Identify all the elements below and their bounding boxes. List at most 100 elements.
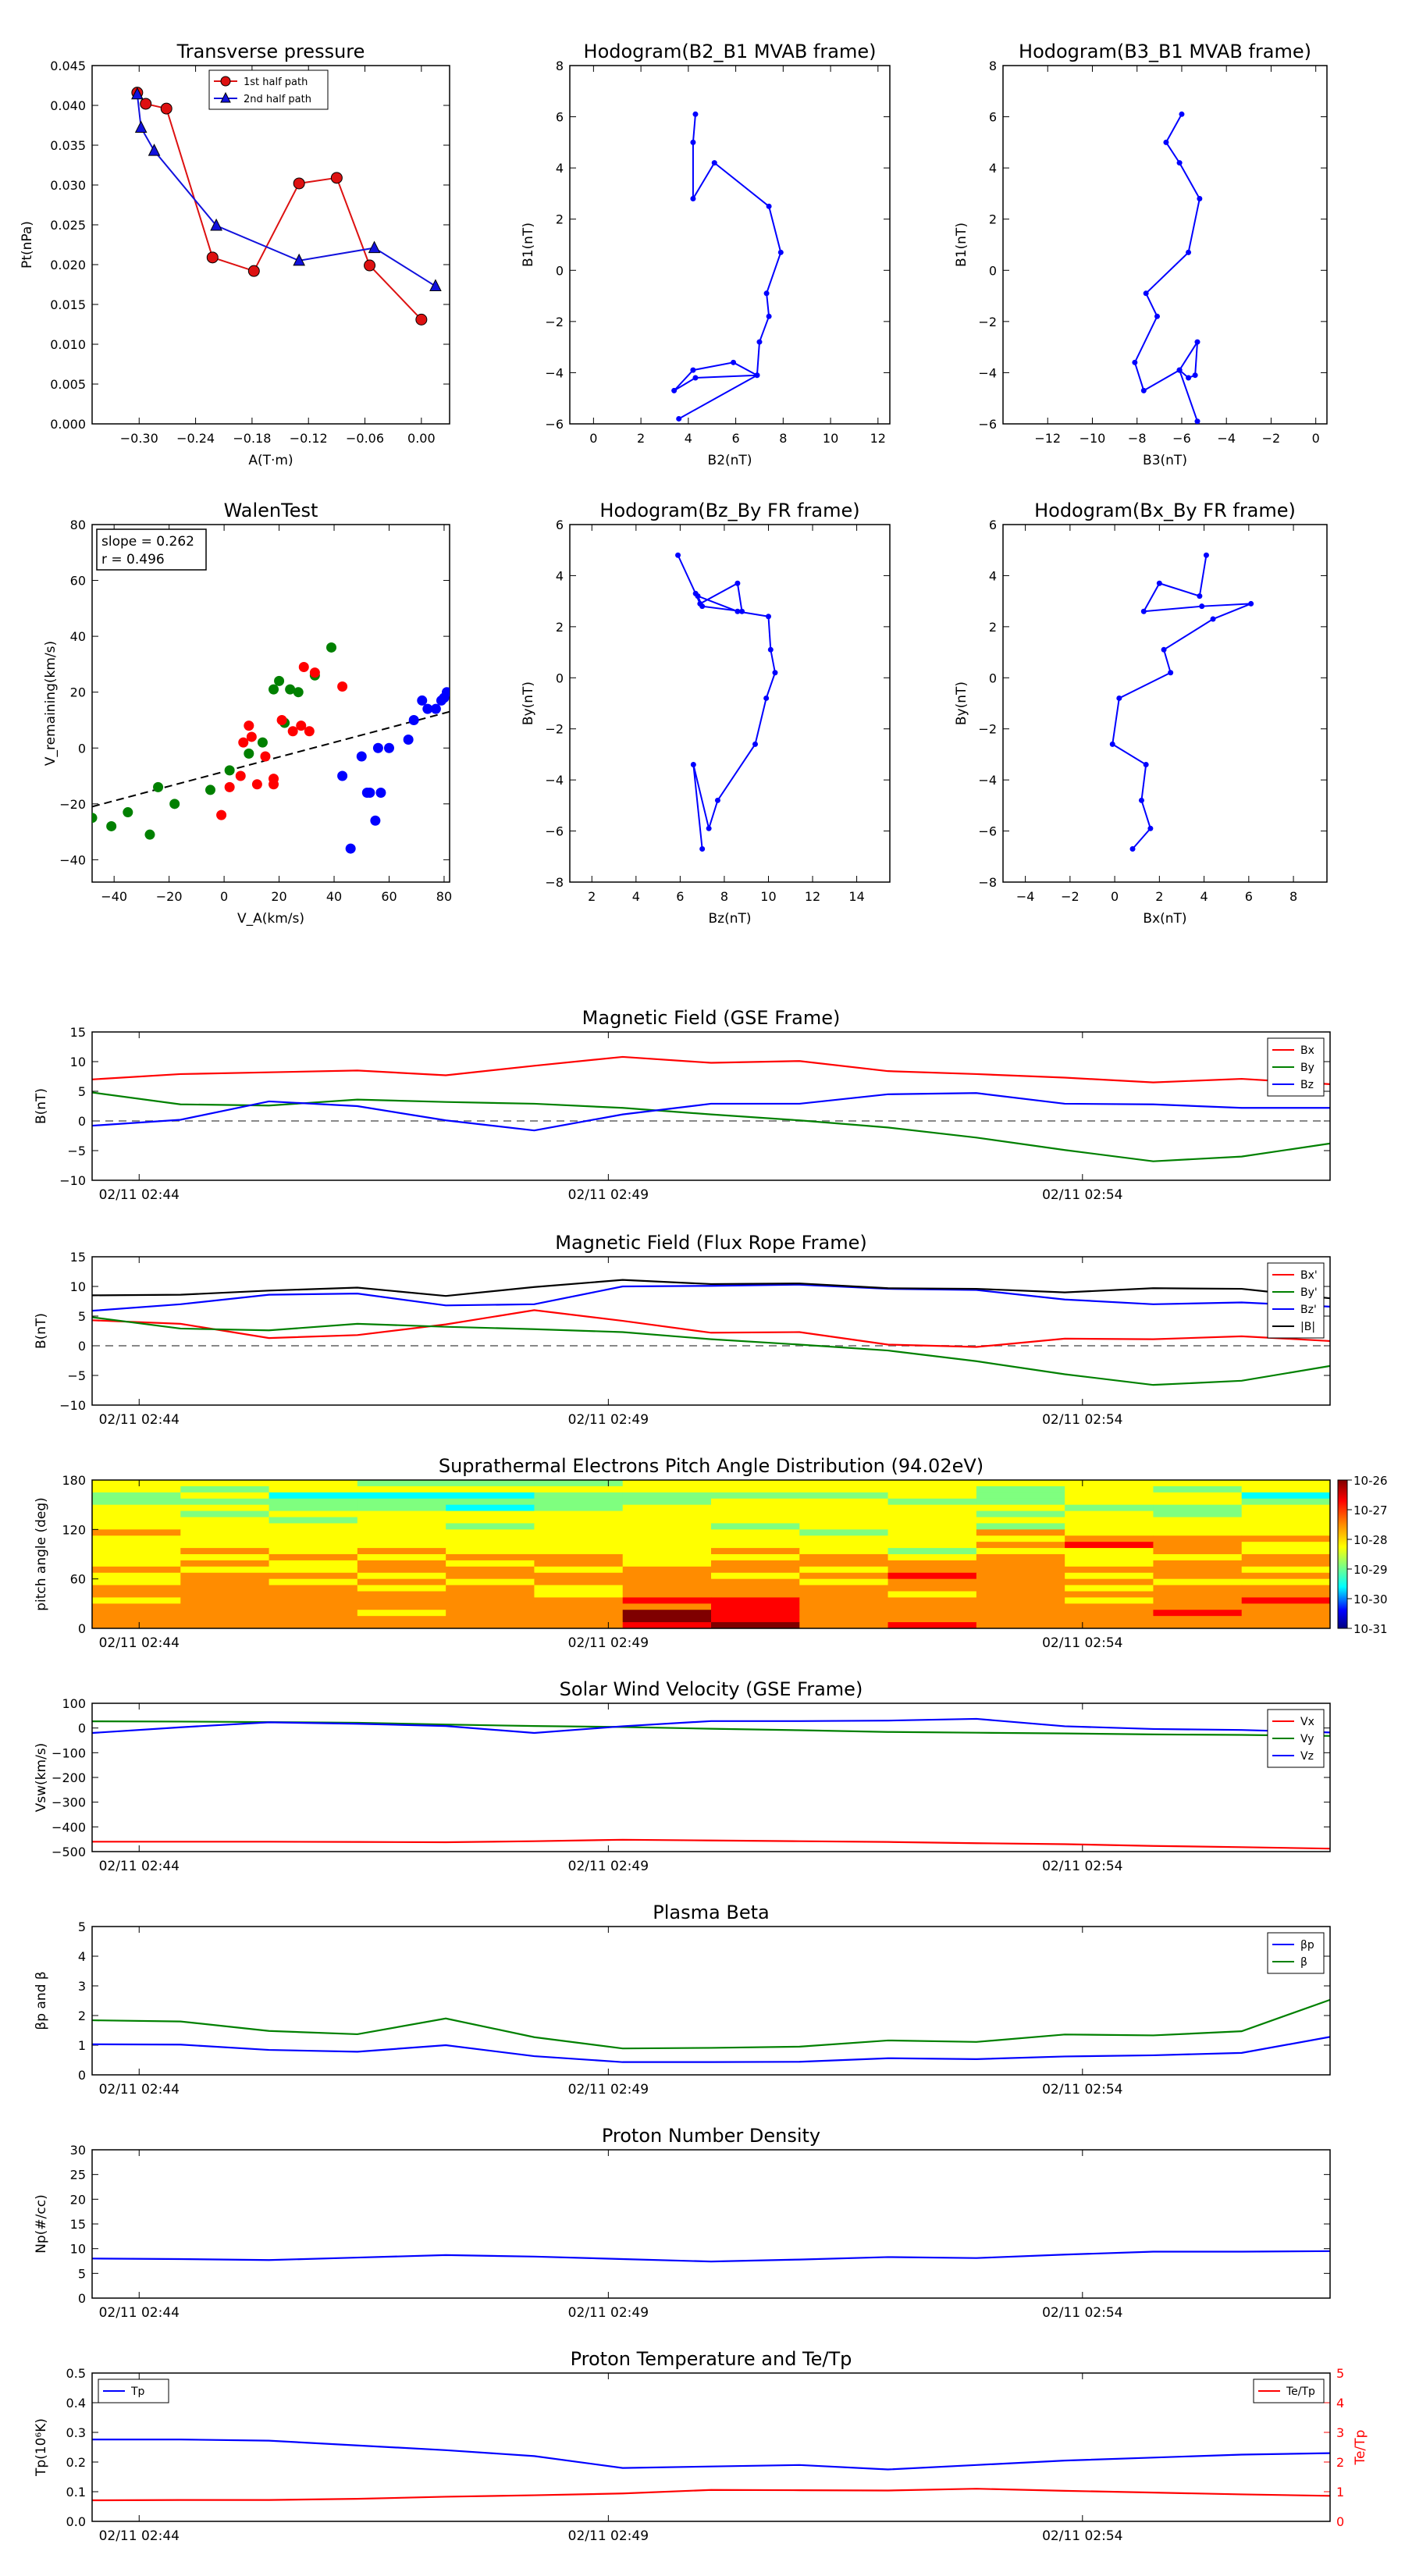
data-point [92,813,98,824]
heatmap-cell [622,1560,712,1567]
heatmap-cell [92,1566,181,1574]
heatmap-cell [1153,1560,1243,1567]
colorbar: 10-26 10-27 10-28 10-29 10-30 10-31 [1337,1474,1388,1636]
heatmap-cell [1153,1578,1243,1586]
series-line [92,1092,1330,1132]
data-point [134,120,148,133]
series-line [1133,113,1200,422]
heatmap-cell [1065,1616,1154,1623]
heatmap-cell [887,1480,977,1487]
heatmap-cell [622,1597,712,1604]
plot-area [1132,111,1203,424]
heatmap-cell [180,1504,270,1512]
data-point [153,781,164,792]
heatmap-cell [92,1560,181,1567]
plot-frame [91,65,450,425]
y-tick-label: 0 [78,2068,86,2083]
y-tick-label: 10 [70,2242,86,2257]
x-tick-label: 0 [1312,431,1320,446]
heatmap-cell [92,1597,181,1604]
heatmap-cell [1241,1480,1331,1487]
data-point [368,240,381,254]
legend-label: By' [1300,1286,1318,1299]
y-tick-label: 0.030 [50,178,86,193]
heatmap-cell [799,1603,889,1610]
heatmap-cell [799,1480,889,1487]
y-tick-label: −20 [59,797,86,812]
y-tick-label: −6 [545,417,564,432]
heatmap-cell [622,1578,712,1586]
x-tick-label: 02/11 02:49 [568,2528,649,2544]
heatmap-cell [711,1529,800,1536]
y-tick-label: −40 [59,852,86,867]
heatmap-cell [1241,1535,1331,1542]
heatmap-cell [357,1560,446,1567]
y-axis-label-right: Te/Tp [1353,2430,1368,2466]
data-point [1161,646,1167,653]
y-tick-label: 0 [78,1621,86,1636]
legend-label: β [1300,1956,1307,1969]
y-tick-label: 4 [989,161,997,176]
heatmap-cell [1065,1591,1154,1598]
heatmap-cell [976,1504,1065,1512]
plot-area [92,1279,1330,1386]
heatmap-cell [711,1616,800,1623]
y-tick-label: −500 [52,1845,86,1859]
heatmap-cell [269,1548,358,1555]
heatmap-cell [622,1542,712,1549]
data-point [1143,290,1149,297]
heatmap-cell [976,1572,1065,1580]
data-point [356,751,367,762]
legend-box [1267,1932,1325,1974]
heatmap-cell [1065,1542,1154,1549]
heatmap-cell [357,1578,446,1586]
data-point [235,770,246,781]
x-tick-label: 0 [220,889,228,904]
x-tick-label: 0 [1111,889,1119,904]
x-tick-label: 2 [1155,889,1163,904]
heatmap-cell [180,1603,270,1610]
y-tick-label: 0.040 [50,98,86,113]
data-point [1176,367,1183,373]
heatmap-cell [1241,1597,1331,1604]
heatmap-cell [976,1535,1065,1542]
data-point [257,737,268,748]
y-tick-label: −6 [545,824,564,839]
y-tick-label: 0.1 [66,2485,86,2500]
data-point [767,646,774,653]
y-tick-label: −4 [978,365,997,380]
data-point [293,687,304,698]
heatmap-cell [799,1572,889,1580]
plot-frame [91,1703,1331,1852]
heatmap-cell [92,1480,181,1487]
data-point [345,843,356,854]
heatmap-cell [269,1480,358,1487]
heatmap-cell [1065,1492,1154,1500]
heatmap-cell [446,1523,535,1530]
heatmap-cell [622,1616,712,1623]
legend-label: Vy [1300,1733,1314,1745]
heatmap-cell [976,1616,1065,1623]
heatmap-cell [534,1523,624,1530]
x-tick-label: 12 [805,889,820,904]
x-tick-label: 02/11 02:44 [99,2528,180,2544]
y-tick-label: 3 [78,1979,86,1994]
x-tick-label: 10 [760,889,776,904]
heatmap-cell [976,1548,1065,1555]
data-point [671,387,678,393]
heatmap-cell [446,1603,535,1610]
legend-label: Bz [1300,1079,1314,1091]
panel-mag_gse: Magnetic Field (GSE Frame) −10 −5 0 5 10 15 B(n… [34,1007,1331,1203]
x-tick-label: 0.00 [407,431,436,446]
data-point [1143,762,1149,768]
series-line [1112,555,1252,850]
heatmap-cell [976,1597,1065,1604]
heatmap-cell [887,1517,977,1524]
heatmap-cell [799,1529,889,1536]
heatmap-cell [534,1542,624,1549]
chart-title: Hodogram(B3_B1 MVAB frame) [1019,41,1311,62]
heatmap-cell [1065,1498,1154,1506]
data-point [269,779,279,790]
heatmap-cell [887,1529,977,1536]
heatmap-cell [92,1591,181,1598]
